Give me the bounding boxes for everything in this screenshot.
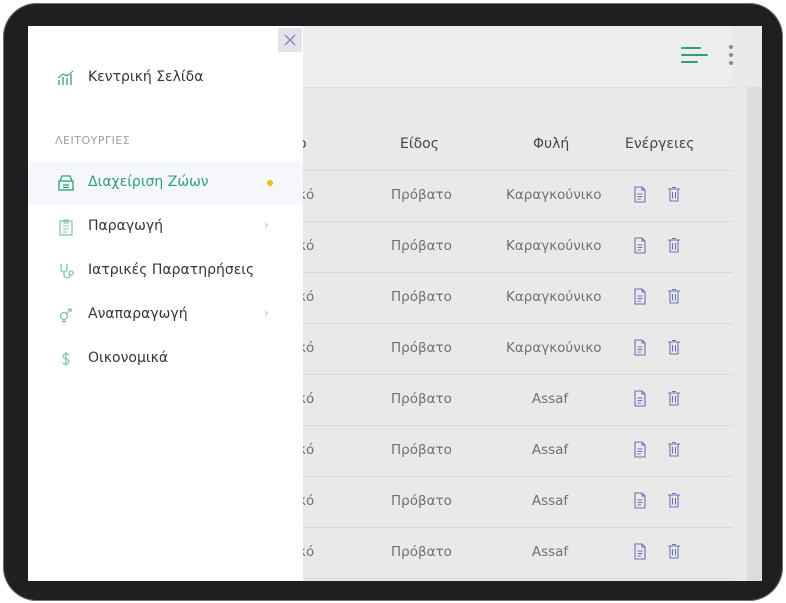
column-header-species: Είδος — [400, 136, 439, 152]
delete-trash-icon[interactable] — [667, 543, 681, 560]
species-cell: Πρόβατο — [391, 544, 452, 560]
sidebar-item-label: Οικονομικά — [88, 350, 169, 366]
view-document-icon[interactable] — [633, 339, 647, 356]
breed-cell: Καραγκούνικο — [506, 340, 602, 356]
scrollbar[interactable] — [747, 87, 762, 581]
dollar-icon — [62, 352, 70, 366]
chevron-right-icon: › — [264, 306, 269, 320]
sidebar-item-label: Ιατρικές Παρατηρήσεις — [88, 262, 255, 278]
sidebar-item-finance[interactable]: Οικονομικά — [28, 337, 303, 381]
view-document-icon[interactable] — [633, 390, 647, 407]
sidebar-item-production[interactable]: Παραγωγή › — [28, 205, 303, 249]
gender-icon — [59, 308, 72, 323]
species-cell: Πρόβατο — [391, 289, 452, 305]
delete-trash-icon[interactable] — [667, 186, 681, 203]
species-cell: Πρόβατο — [391, 238, 452, 254]
species-cell: Πρόβατο — [391, 187, 452, 203]
species-cell: Πρόβατο — [391, 391, 452, 407]
view-document-icon[interactable] — [633, 441, 647, 458]
delete-trash-icon[interactable] — [667, 237, 681, 254]
breed-cell: Καραγκούνικο — [506, 289, 602, 305]
active-indicator-dot — [267, 180, 273, 186]
breed-cell: Assaf — [531, 391, 569, 407]
inventory-icon — [58, 175, 74, 191]
chevron-right-icon: › — [264, 218, 269, 232]
delete-trash-icon[interactable] — [667, 390, 681, 407]
sidebar-item-label: Αναπαραγωγή — [88, 306, 188, 322]
sidebar-item-medical[interactable]: Ιατρικές Παρατηρήσεις — [28, 249, 303, 293]
tablet-frame: ο Είδος Φυλή Ενέργειες κόΠρόβατοΚαραγκού… — [3, 3, 783, 601]
chart-icon — [57, 70, 74, 85]
clipboard-icon — [59, 219, 73, 236]
sidebar-item-label: Παραγωγή — [88, 218, 164, 234]
view-document-icon[interactable] — [633, 288, 647, 305]
delete-trash-icon[interactable] — [667, 492, 681, 509]
menu-toggle-icon[interactable] — [681, 43, 711, 67]
view-document-icon[interactable] — [633, 186, 647, 203]
more-options-icon[interactable] — [728, 45, 734, 67]
delete-trash-icon[interactable] — [667, 441, 681, 458]
sidebar-item-reproduction[interactable]: Αναπαραγωγή › — [28, 293, 303, 337]
delete-trash-icon[interactable] — [667, 339, 681, 356]
breed-cell: Καραγκούνικο — [506, 238, 602, 254]
section-label: ΛΕΙΤΟΥΡΓΙΕΣ — [55, 134, 131, 147]
sidebar-item-label: Διαχείριση Ζώων — [88, 174, 209, 190]
delete-trash-icon[interactable] — [667, 288, 681, 305]
view-document-icon[interactable] — [633, 237, 647, 254]
view-document-icon[interactable] — [633, 492, 647, 509]
sidebar-item-home[interactable]: Κεντρική Σελίδα — [28, 56, 303, 100]
breed-cell: Καραγκούνικο — [506, 187, 602, 203]
column-header-actions: Ενέργειες — [625, 136, 695, 152]
sidebar: Κεντρική Σελίδα ΛΕΙΤΟΥΡΓΙΕΣ Διαχείριση Ζ… — [28, 26, 303, 581]
species-cell: Πρόβατο — [391, 442, 452, 458]
screen: ο Είδος Φυλή Ενέργειες κόΠρόβατοΚαραγκού… — [28, 26, 762, 581]
species-cell: Πρόβατο — [391, 493, 452, 509]
stethoscope-icon — [60, 264, 74, 279]
species-cell: Πρόβατο — [391, 340, 452, 356]
sidebar-item-animal-management[interactable]: Διαχείριση Ζώων — [28, 161, 303, 205]
column-header-breed: Φυλή — [533, 136, 570, 152]
breed-cell: Assaf — [531, 442, 569, 458]
sidebar-item-label: Κεντρική Σελίδα — [88, 69, 204, 85]
close-icon — [284, 34, 296, 46]
view-document-icon[interactable] — [633, 543, 647, 560]
breed-cell: Assaf — [531, 493, 569, 509]
breed-cell: Assaf — [531, 544, 569, 560]
close-sidebar-button[interactable] — [278, 28, 302, 52]
